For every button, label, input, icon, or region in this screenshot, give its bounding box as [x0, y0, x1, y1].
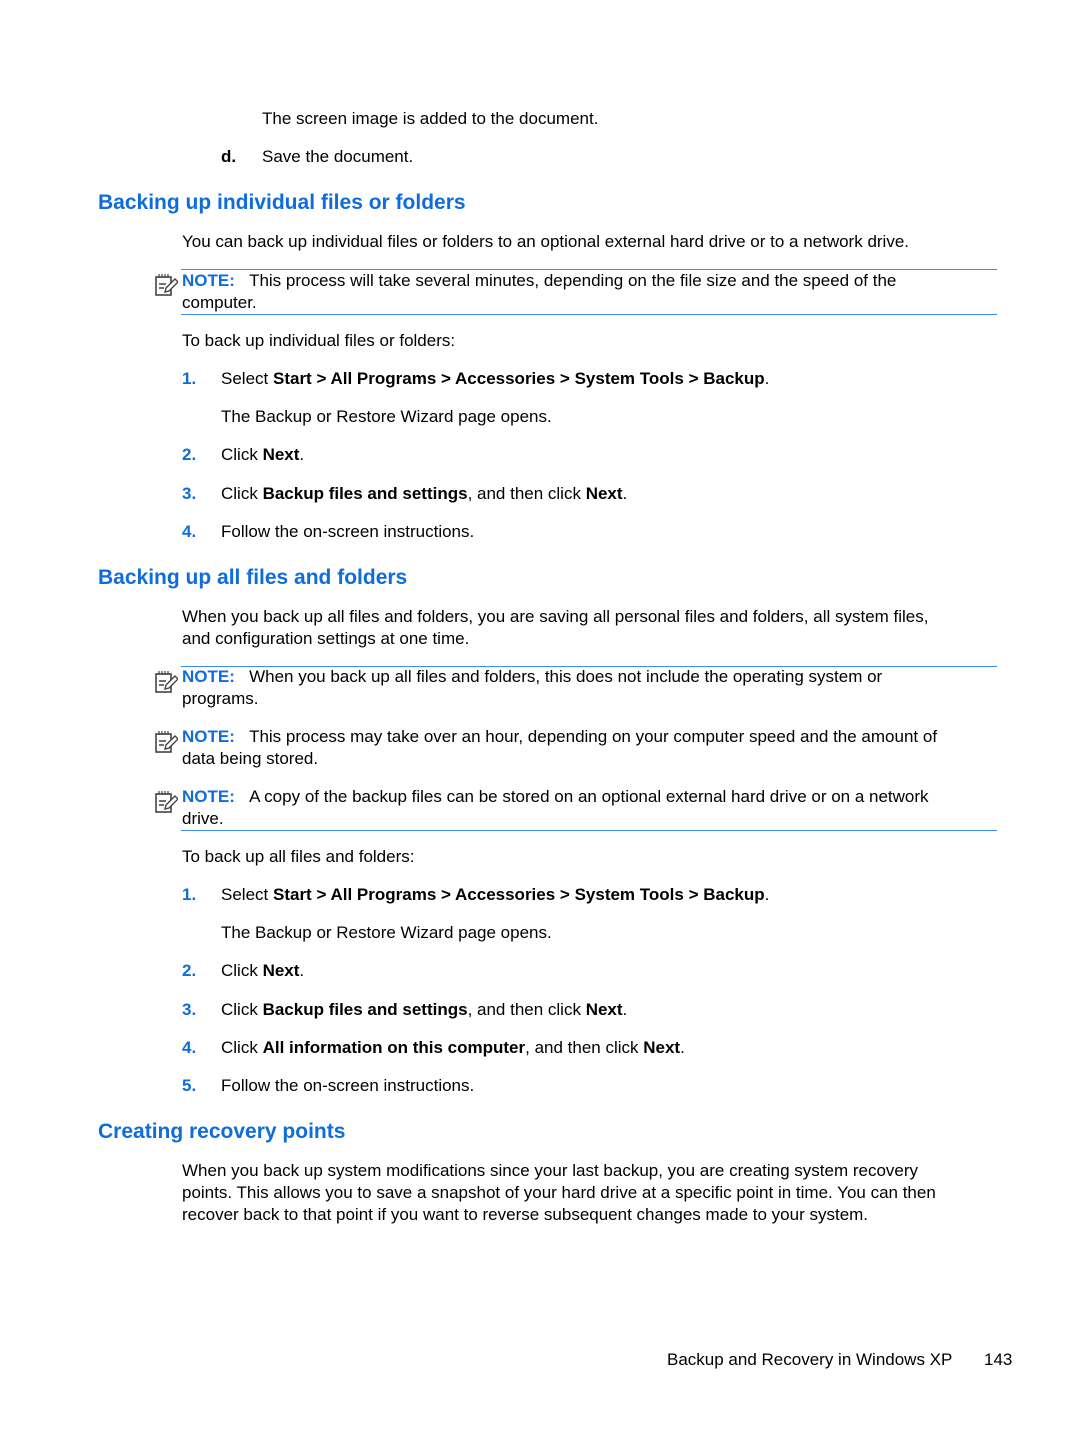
- menu-path: Start > All Programs > Accessories > Sys…: [272, 369, 765, 388]
- step-text: , and then click: [467, 484, 586, 503]
- option-name: All information on this computer: [262, 1038, 526, 1057]
- step-number: 3.: [182, 484, 197, 503]
- note-rule-bottom: [181, 314, 997, 315]
- step-subtext: The Backup or Restore Wizard page opens.: [221, 923, 552, 942]
- step-text: Click: [221, 1038, 263, 1057]
- step-text: Click: [221, 484, 263, 503]
- step-text: .: [764, 885, 770, 904]
- note-label: NOTE:: [182, 727, 235, 746]
- step-text: , and then click: [525, 1038, 644, 1057]
- note-text: This process may take over an hour, depe…: [249, 727, 938, 746]
- step-text: .: [680, 1038, 685, 1057]
- note-os: NOTE: When you back up all files and fol…: [182, 666, 882, 688]
- section2-intro-line1: When you back up all files and folders, …: [182, 607, 929, 626]
- step-number: 5.: [182, 1076, 197, 1095]
- note-label: NOTE:: [182, 271, 235, 290]
- note-pencil-icon: [155, 274, 178, 296]
- note-pencil-icon: [155, 791, 178, 813]
- list-item: 1. Select Start > All Programs > Accessor…: [182, 368, 769, 390]
- note-text: When you back up all files and folders, …: [249, 667, 883, 686]
- step-number: 1.: [182, 885, 197, 904]
- list-item: 2. Click Next.: [182, 444, 304, 466]
- note-text-line2: programs.: [182, 689, 259, 708]
- note-label: NOTE:: [182, 787, 235, 806]
- note-duration: NOTE: This process may take over an hour…: [182, 726, 937, 748]
- button-name: Next: [585, 484, 623, 503]
- section1-intro: You can back up individual files or fold…: [182, 232, 910, 251]
- menu-path: Start > All Programs > Accessories > Sys…: [272, 885, 765, 904]
- section3-line3: recover back to that point if you want t…: [182, 1205, 869, 1224]
- footer-chapter: Backup and Recovery in Windows XP: [667, 1350, 953, 1369]
- section1-lead: To back up individual files or folders:: [182, 331, 456, 350]
- step-number: 4.: [182, 522, 197, 541]
- list-item: 5. Follow the on-screen instructions.: [182, 1075, 474, 1097]
- step-number: 3.: [182, 1000, 197, 1019]
- button-name: Next: [643, 1038, 681, 1057]
- section-heading-all: Backing up all files and folders: [98, 566, 408, 589]
- option-name: Backup files and settings: [262, 1000, 468, 1019]
- note-individual: NOTE: This process will take several min…: [182, 270, 896, 292]
- step-text: .: [299, 445, 305, 464]
- list-item: 2. Click Next.: [182, 960, 304, 982]
- note-pencil-icon: [155, 671, 178, 693]
- step-text: .: [622, 484, 628, 503]
- step-text: Follow the on-screen instructions.: [221, 1076, 475, 1095]
- note-text-line2: data being stored.: [182, 749, 319, 768]
- step-d-label: d.: [221, 147, 237, 166]
- step-text: Click: [221, 445, 263, 464]
- list-item: 1. Select Start > All Programs > Accessor…: [182, 884, 769, 906]
- list-item: 4. Click All information on this computer…: [182, 1037, 685, 1059]
- note-text: This process will take several minutes, …: [249, 271, 897, 290]
- step-d-text: Save the document.: [262, 147, 414, 166]
- step-text: .: [764, 369, 770, 388]
- section-heading-individual: Backing up individual files or folders: [98, 191, 466, 214]
- step-text: Click: [221, 1000, 263, 1019]
- step-text: .: [299, 961, 305, 980]
- section2-intro-line2: and configuration settings at one time.: [182, 629, 470, 648]
- step-text: Select: [221, 369, 273, 388]
- note-rule-bottom: [181, 830, 997, 831]
- list-item: 4. Follow the on-screen instructions.: [182, 521, 474, 543]
- note-text: A copy of the backup files can be stored…: [249, 787, 929, 806]
- section3-line2: points. This allows you to save a snapsh…: [182, 1183, 936, 1202]
- step-number: 2.: [182, 445, 197, 464]
- step-text: .: [622, 1000, 628, 1019]
- section-heading-recovery: Creating recovery points: [98, 1120, 346, 1143]
- section3-line1: When you back up system modifications si…: [182, 1161, 919, 1180]
- note-text-line2: drive.: [182, 809, 224, 828]
- section2-lead: To back up all files and folders:: [182, 847, 415, 866]
- step-text: Click: [221, 961, 263, 980]
- note-copy: NOTE: A copy of the backup files can be …: [182, 786, 929, 808]
- step-subtext: The Backup or Restore Wizard page opens.: [221, 407, 552, 426]
- button-name: Next: [262, 961, 300, 980]
- note-text-line2: computer.: [182, 293, 257, 312]
- step-number: 4.: [182, 1038, 197, 1057]
- step-text: Select: [221, 885, 273, 904]
- list-item: 3. Click Backup files and settings, and t…: [182, 483, 627, 505]
- step-text: , and then click: [467, 1000, 586, 1019]
- button-name: Next: [262, 445, 300, 464]
- step-text: Follow the on-screen instructions.: [221, 522, 475, 541]
- note-pencil-icon: [155, 731, 178, 753]
- note-label: NOTE:: [182, 667, 235, 686]
- continuation-text: The screen image is added to the documen…: [262, 109, 599, 128]
- button-name: Next: [585, 1000, 623, 1019]
- step-number: 2.: [182, 961, 197, 980]
- option-name: Backup files and settings: [262, 484, 468, 503]
- list-item: 3. Click Backup files and settings, and t…: [182, 999, 627, 1021]
- page-number: 143: [984, 1350, 1013, 1369]
- step-number: 1.: [182, 369, 197, 388]
